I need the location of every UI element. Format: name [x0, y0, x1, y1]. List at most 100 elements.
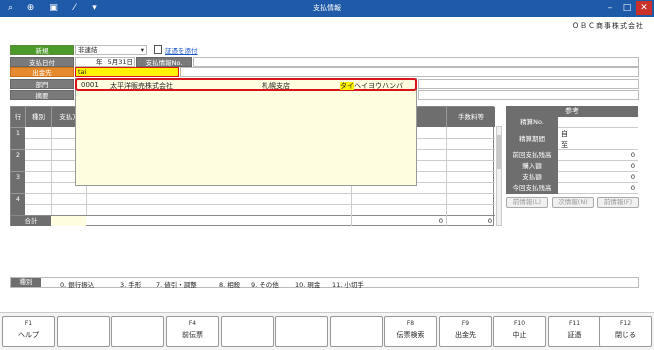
- fkey-label: F9: [461, 320, 470, 327]
- f7-button[interactable]: [330, 316, 383, 347]
- prev-balance-label: 前回支払残高: [506, 150, 558, 161]
- payee-input-text: tai: [78, 68, 87, 76]
- attach-icon: [154, 45, 162, 54]
- row-divider: [25, 193, 495, 194]
- f12-close-button[interactable]: F12 閉じる: [599, 316, 652, 347]
- paid-row: 支払額 0: [506, 172, 638, 183]
- row-number-1: 1: [11, 127, 25, 149]
- grid-scrollbar[interactable]: [496, 126, 502, 226]
- total-yellow-cell: [51, 216, 86, 226]
- period-to: 至: [561, 141, 568, 149]
- scrollbar-thumb[interactable]: [497, 135, 501, 169]
- pay-date-field[interactable]: 年 5月31日: [75, 57, 135, 67]
- memo-label: 摘要: [10, 90, 74, 100]
- fkey-name: 伝票検索: [396, 331, 425, 339]
- f4-prev-slip-button[interactable]: F4 前伝票: [166, 316, 219, 347]
- seisan-no-row: 精算No.: [506, 117, 638, 128]
- row-number-2: 2: [11, 149, 25, 171]
- fkey-name: 閉じる: [615, 331, 636, 339]
- f11-evidence-button[interactable]: F11 証憑: [548, 316, 601, 347]
- col-fee-header: 手数料等: [446, 107, 495, 127]
- row-divider: [25, 204, 495, 205]
- prev-info-button[interactable]: 前情報(L): [506, 197, 548, 208]
- dept-field[interactable]: [418, 79, 639, 89]
- legend-item: 0. 銀行振込: [60, 281, 95, 289]
- f3-button[interactable]: [111, 316, 164, 347]
- pay-info-no-field[interactable]: [193, 57, 639, 67]
- col-row-header: 行: [11, 107, 25, 127]
- payee-input[interactable]: tai: [75, 67, 179, 77]
- fkey-label: F10: [513, 320, 526, 327]
- f9-payee-button[interactable]: F9 出金先: [439, 316, 492, 347]
- new-select-value: 非連結: [78, 46, 98, 54]
- f6-button[interactable]: [275, 316, 328, 347]
- new-label: 新規: [10, 45, 74, 55]
- close-icon[interactable]: ✕: [636, 1, 652, 15]
- suggestion-name: 太平洋販売株式会社: [110, 82, 173, 90]
- f8-slip-search-button[interactable]: F8 伝票検索: [384, 316, 437, 347]
- f10-cancel-button[interactable]: F10 中止: [493, 316, 546, 347]
- row-number-3: 3: [11, 171, 25, 193]
- legend-item: 10. 現金: [295, 281, 321, 289]
- minimize-icon[interactable]: –: [602, 1, 618, 15]
- next-info-button[interactable]: 次情報(N): [552, 197, 594, 208]
- chevron-down-icon: ▾: [140, 46, 144, 54]
- total-amount: 0: [438, 217, 443, 225]
- fkey-name: ヘルプ: [18, 331, 39, 339]
- seisan-no-label: 精算No.: [506, 117, 558, 128]
- reference-panel: 参考 精算No. 精算期間 自 至 前回支払残高 0 購入額 0 支払額 0 今…: [506, 106, 638, 194]
- fkey-name: 前伝票: [182, 331, 203, 339]
- attach-evidence-link[interactable]: 証憑を添付: [165, 45, 198, 55]
- company-name: ＯＢＣ商事株式会社: [572, 22, 644, 30]
- row-number-4: 4: [11, 193, 25, 215]
- fkey-name: 証憑: [567, 331, 582, 339]
- purchase-value: 0: [630, 162, 635, 170]
- f5-button[interactable]: [221, 316, 274, 347]
- function-key-bar: F1 ヘルプ F4 前伝票 F8 伝票検索 F9 出金先 F10 中止 F11 証憑 F12…: [0, 312, 654, 350]
- fkey-label: F1: [24, 320, 33, 327]
- purchase-row: 購入額 0: [506, 161, 638, 172]
- legend-item: 3. 手形: [120, 281, 142, 289]
- suggestion-kana-rest: ヘイヨウハンバ: [354, 82, 403, 90]
- pay-date-year: 年: [96, 58, 103, 66]
- reference-title: 参考: [506, 106, 638, 117]
- dept-label: 部門: [10, 79, 74, 89]
- legend-label: 種別: [11, 278, 41, 287]
- window-title: 支払情報: [313, 4, 341, 12]
- new-select[interactable]: 非連結 ▾: [75, 45, 147, 55]
- this-balance-value: 0: [630, 184, 635, 192]
- fkey-label: F11: [568, 320, 581, 327]
- delete-info-button[interactable]: 前情報(F): [597, 197, 639, 208]
- seisan-period-label: 精算期間: [506, 128, 558, 150]
- fkey-label: F4: [188, 320, 197, 327]
- memo-field[interactable]: [418, 90, 639, 100]
- legend-item: 8. 相殺: [219, 281, 241, 289]
- f1-help-button[interactable]: F1 ヘルプ: [2, 316, 55, 347]
- fkey-label: F8: [406, 320, 415, 327]
- legend-item: 11. 小切手: [332, 281, 364, 289]
- suggestion-kana-highlight: タイ: [340, 82, 354, 90]
- pay-date-value: 5月31日: [107, 58, 133, 66]
- legend-item: 9. その他: [251, 281, 279, 289]
- this-balance-label: 今回支払残高: [506, 183, 558, 194]
- f2-button[interactable]: [57, 316, 110, 347]
- payee-label: 出金先: [10, 67, 74, 77]
- this-balance-row: 今回支払残高 0: [506, 183, 638, 194]
- suggestion-code: 0001: [81, 81, 99, 89]
- prev-balance-row: 前回支払残高 0: [506, 150, 638, 161]
- pay-date-label: 支払日付: [10, 57, 74, 67]
- paid-label: 支払額: [506, 172, 558, 183]
- pay-info-no-label: 支払情報No.: [136, 57, 192, 67]
- total-fee: 0: [487, 217, 492, 225]
- total-label: 合計: [11, 216, 51, 226]
- suggestion-branch: 札幌支店: [262, 82, 290, 90]
- maximize-icon[interactable]: □: [619, 1, 635, 15]
- col-divider: [446, 127, 447, 226]
- suggestion-row-1[interactable]: 0001 太平洋販売株式会社 札幌支店 タイヘイヨウハンバ: [75, 78, 417, 91]
- fkey-name: 中止: [512, 331, 527, 339]
- fkey-name: 出金先: [455, 331, 476, 339]
- period-from: 自: [561, 130, 568, 138]
- payee-suggestion-popup: [75, 78, 417, 186]
- col-type-header: 種別: [25, 107, 51, 127]
- payee-name-field: [180, 67, 639, 77]
